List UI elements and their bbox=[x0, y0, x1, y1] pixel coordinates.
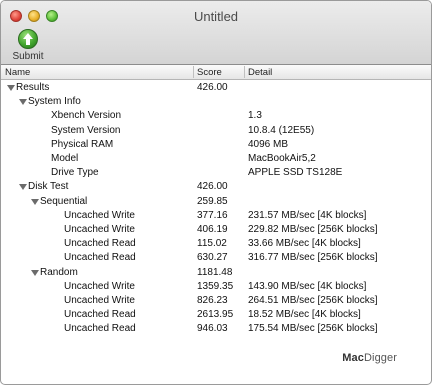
row-name: Uncached Read bbox=[64, 309, 136, 321]
row-detail: 175.54 MB/sec [256K blocks] bbox=[248, 323, 378, 335]
table-row[interactable]: Sequential 259.85 bbox=[1, 195, 431, 209]
row-name: Uncached Read bbox=[64, 323, 136, 335]
column-header-score[interactable]: Score bbox=[197, 66, 222, 79]
row-detail: 33.66 MB/sec [4K blocks] bbox=[248, 238, 361, 250]
macdigger-watermark: MacDigger bbox=[342, 352, 397, 364]
row-score: 259.85 bbox=[197, 195, 228, 207]
table-row[interactable]: Disk Test 426.00 bbox=[1, 180, 431, 194]
row-detail: 18.52 MB/sec [4K blocks] bbox=[248, 309, 361, 321]
row-name: Uncached Read bbox=[64, 252, 136, 264]
table-row[interactable]: Uncached Read 946.03 175.54 MB/sec [256K b… bbox=[1, 322, 431, 336]
row-detail: 143.90 MB/sec [4K blocks] bbox=[248, 280, 367, 292]
row-detail: 316.77 MB/sec [256K blocks] bbox=[248, 252, 378, 264]
row-detail: 1.3 bbox=[248, 110, 262, 122]
column-divider[interactable] bbox=[193, 66, 194, 78]
row-name: Sequential bbox=[40, 195, 88, 207]
row-name: Xbench Version bbox=[51, 110, 122, 122]
row-score: 630.27 bbox=[197, 252, 228, 264]
row-score: 826.23 bbox=[197, 295, 228, 306]
table-row[interactable]: Results 426.00 bbox=[1, 81, 431, 95]
row-score: 946.03 bbox=[197, 323, 228, 335]
row-detail: 4096 MB bbox=[248, 138, 289, 150]
table-row[interactable]: Uncached Read 2613.95 18.52 MB/sec [4K blo… bbox=[1, 308, 431, 322]
table-row[interactable]: System Info bbox=[1, 95, 431, 109]
row-name: Uncached Write bbox=[64, 280, 135, 292]
table-row[interactable]: Physical RAM 4096 MB bbox=[1, 138, 431, 152]
column-header-detail[interactable]: Detail bbox=[248, 66, 272, 79]
row-name: System Version bbox=[51, 124, 121, 136]
row-name: Disk Test bbox=[28, 181, 69, 193]
arrow-up-icon bbox=[18, 29, 38, 49]
row-detail: MacBookAir5,2 bbox=[248, 153, 316, 164]
title-bar: Untitled Submit bbox=[1, 1, 431, 65]
row-score: 426.00 bbox=[197, 181, 228, 193]
row-score: 377.16 bbox=[197, 209, 228, 221]
disclosure-triangle-icon[interactable] bbox=[31, 198, 39, 205]
row-score: 2613.95 bbox=[197, 309, 234, 321]
row-score: 406.19 bbox=[197, 224, 228, 235]
submit-button[interactable]: Submit bbox=[5, 29, 51, 63]
row-name: Random bbox=[40, 266, 78, 278]
row-score: 1181.48 bbox=[197, 266, 233, 278]
row-name: Model bbox=[51, 153, 79, 164]
row-name: System Info bbox=[28, 96, 81, 108]
table-row[interactable]: Uncached Read 630.27 316.77 MB/sec [256K b… bbox=[1, 251, 431, 265]
disclosure-triangle-icon[interactable] bbox=[7, 85, 15, 91]
submit-label: Submit bbox=[12, 51, 44, 62]
table-row[interactable]: Uncached Write 377.16 231.57 MB/sec [4K bl… bbox=[1, 209, 431, 223]
disclosure-triangle-icon[interactable] bbox=[31, 269, 39, 276]
results-table-header: Name Score Detail bbox=[1, 65, 431, 80]
table-row[interactable]: Uncached Write 1359.35 143.90 MB/sec [4K b… bbox=[1, 280, 431, 294]
row-score: 115.02 bbox=[197, 238, 227, 250]
table-row[interactable]: Drive Type APPLE SSD TS128E bbox=[1, 166, 431, 180]
table-row[interactable]: Uncached Read 115.02 33.66 MB/sec [4K bloc… bbox=[1, 237, 431, 251]
table-row[interactable]: Model MacBookAir5,2 bbox=[1, 152, 431, 166]
row-name: Uncached Write bbox=[64, 295, 135, 306]
table-row[interactable]: Xbench Version 1.3 bbox=[1, 109, 431, 123]
column-header-name[interactable]: Name bbox=[5, 66, 30, 79]
row-name: Uncached Write bbox=[64, 209, 135, 221]
row-detail: 264.51 MB/sec [256K blocks] bbox=[248, 295, 378, 306]
row-name: Drive Type bbox=[51, 167, 99, 179]
row-name: Uncached Read bbox=[64, 238, 136, 250]
disclosure-triangle-icon[interactable] bbox=[19, 184, 27, 191]
table-row[interactable]: Random 1181.48 bbox=[1, 266, 431, 280]
row-name: Results bbox=[16, 82, 50, 93]
table-row[interactable]: Uncached Write 826.23 264.51 MB/sec [256K … bbox=[1, 294, 431, 308]
table-row[interactable]: System Version 10.8.4 (12E55) bbox=[1, 124, 431, 138]
row-score: 426.00 bbox=[197, 82, 228, 93]
window-title: Untitled bbox=[193, 9, 239, 24]
row-detail: 229.82 MB/sec [256K blocks] bbox=[248, 224, 378, 235]
table-row[interactable]: Uncached Write 406.19 229.82 MB/sec [256K … bbox=[1, 223, 431, 237]
disclosure-triangle-icon[interactable] bbox=[19, 99, 27, 106]
row-name: Uncached Write bbox=[64, 224, 135, 235]
row-detail: APPLE SSD TS128E bbox=[248, 167, 343, 179]
row-name: Physical RAM bbox=[51, 138, 114, 150]
xbench-window: Untitled Submit Name Score Detail Result… bbox=[0, 0, 432, 385]
column-divider[interactable] bbox=[244, 66, 245, 78]
row-detail: 10.8.4 (12E55) bbox=[248, 124, 315, 136]
row-detail: 231.57 MB/sec [4K blocks] bbox=[248, 209, 367, 221]
row-score: 1359.35 bbox=[197, 280, 234, 292]
